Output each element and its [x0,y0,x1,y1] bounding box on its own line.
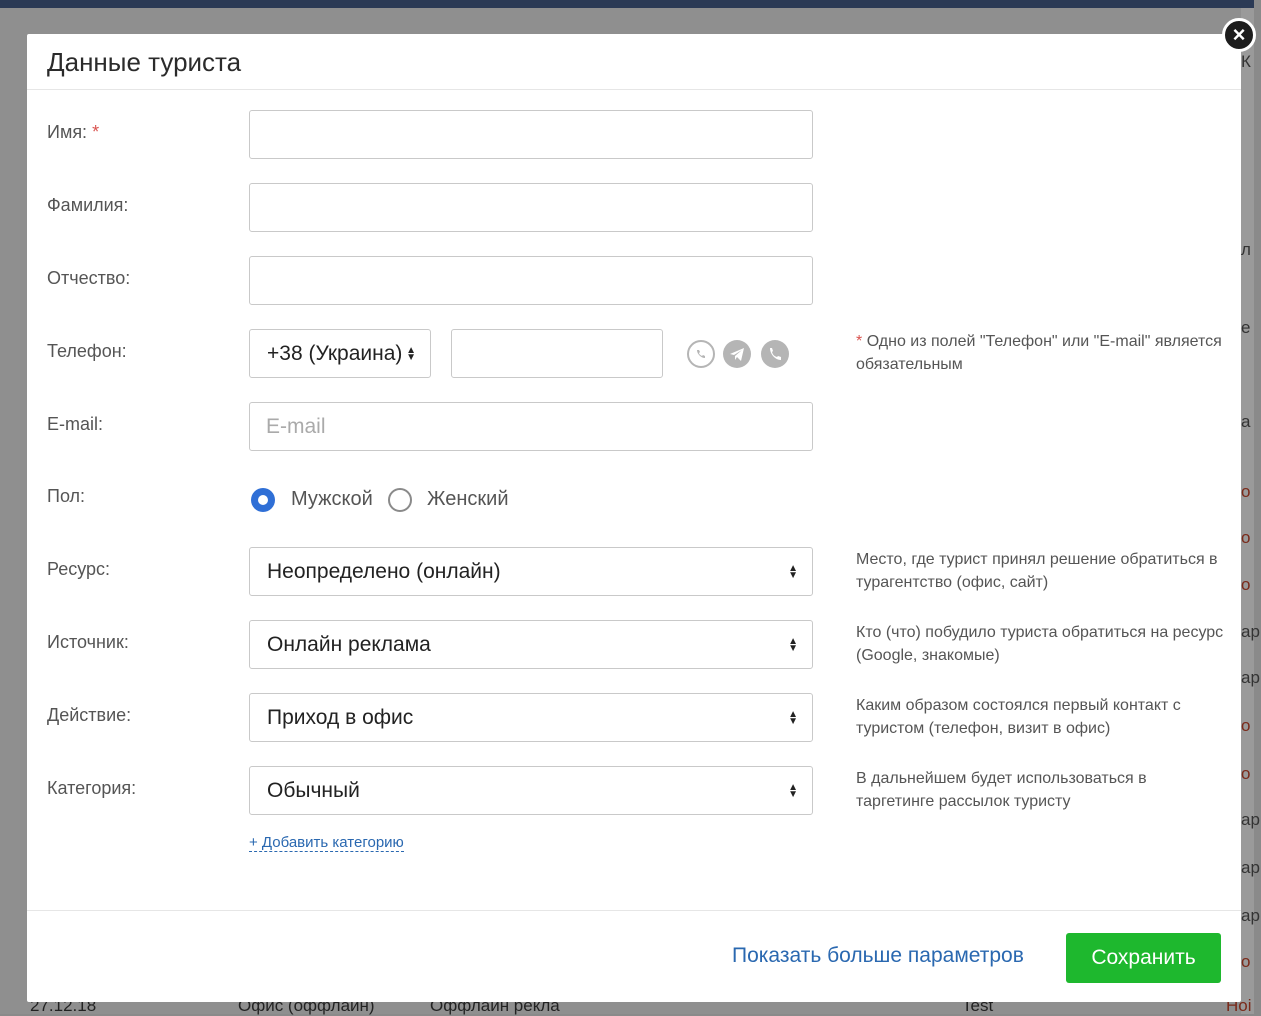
resource-label: Ресурс: [47,559,111,579]
close-icon[interactable]: × [1222,18,1256,52]
background-fragment: о [1241,952,1251,971]
country-code-select[interactable]: +38 (Украина) ▲ ▼ [249,329,431,378]
sort-arrows-icon: ▲ ▼ [788,782,798,801]
resource-value: Неопределено (онлайн) [267,560,501,583]
category-select[interactable]: Обычный ▲ ▼ [249,766,813,815]
phone-hint: * Одно из полей "Телефон" или "E-mail" я… [856,330,1226,376]
footer-divider [27,910,1241,911]
whatsapp-icon[interactable] [687,340,715,368]
phone-label: Телефон: [47,341,127,361]
action-select[interactable]: Приход в офис ▲ ▼ [249,693,813,742]
source-hint: Кто (что) побудило туриста обратиться на… [856,624,1224,664]
background-fragment: ар [1241,906,1260,925]
action-label: Действие: [47,705,132,725]
email-input[interactable] [249,402,813,451]
phone-number-input[interactable] [451,329,663,378]
gender-label: Пол: [47,486,86,506]
background-top-bar [0,0,1254,8]
telegram-icon[interactable] [723,340,751,368]
background-fragment: ар [1241,858,1260,877]
source-label: Источник: [47,632,129,652]
sort-arrows-icon: ▲ ▼ [788,563,798,582]
background-fragment: а [1241,412,1251,431]
first-name-input[interactable] [249,110,813,159]
background-fragment: о [1241,528,1251,547]
gender-male-label[interactable]: Мужской [291,488,373,511]
category-hint: В дальнейшем будет использоваться в тарг… [856,770,1147,810]
last-name-label: Фамилия: [47,195,129,215]
background-fragment: ар [1241,668,1260,687]
country-code-value: +38 (Украина) [267,342,403,365]
first-name-label-text: Имя: [47,122,88,142]
sort-arrows-icon: ▲ ▼ [406,345,416,364]
category-label: Категория: [47,778,137,798]
source-select[interactable]: Онлайн реклама ▲ ▼ [249,620,813,669]
background-fragment: К [1241,52,1251,71]
resource-select[interactable]: Неопределено (онлайн) ▲ ▼ [249,547,813,596]
background-fragment: о [1241,482,1251,501]
gender-female-label[interactable]: Женский [427,488,508,511]
background-fragment: о [1241,764,1251,783]
middle-name-input[interactable] [249,256,813,305]
sort-arrows-icon: ▲ ▼ [788,709,798,728]
middle-name-label: Отчество: [47,268,131,288]
required-mark: * [856,333,863,350]
source-value: Онлайн реклама [267,633,431,656]
background-fragment: ар [1241,810,1260,829]
required-mark: * [92,122,100,142]
background-fragment: о [1241,575,1251,594]
add-category-link[interactable]: + Добавить категорию [249,834,404,852]
action-value: Приход в офис [267,706,414,729]
save-button[interactable]: Сохранить [1066,933,1221,983]
first-name-label: Имя: * [47,122,99,143]
sort-arrows-icon: ▲ ▼ [788,636,798,655]
background-fragment: л [1241,240,1251,259]
show-more-params-link[interactable]: Показать больше параметров [732,944,1024,968]
tourist-data-modal: Данные туриста Имя: * Фамилия: Отчество:… [27,34,1241,1002]
phone-hint-text: Одно из полей "Телефон" или "E-mail" явл… [856,333,1222,373]
header-divider [27,89,1241,90]
gender-male-radio[interactable] [251,488,275,512]
background-fragment: е [1241,318,1251,337]
background-fragment: о [1241,716,1251,735]
category-value: Обычный [267,779,360,802]
resource-hint: Место, где турист принял решение обратит… [856,551,1218,591]
modal-title: Данные туриста [47,47,242,77]
background-fragment: ар [1241,622,1260,641]
email-label: E-mail: [47,414,104,434]
gender-female-radio[interactable] [388,488,412,512]
last-name-input[interactable] [249,183,813,232]
action-hint: Каким образом состоялся первый контакт с… [856,697,1181,737]
viber-icon[interactable] [761,340,789,368]
